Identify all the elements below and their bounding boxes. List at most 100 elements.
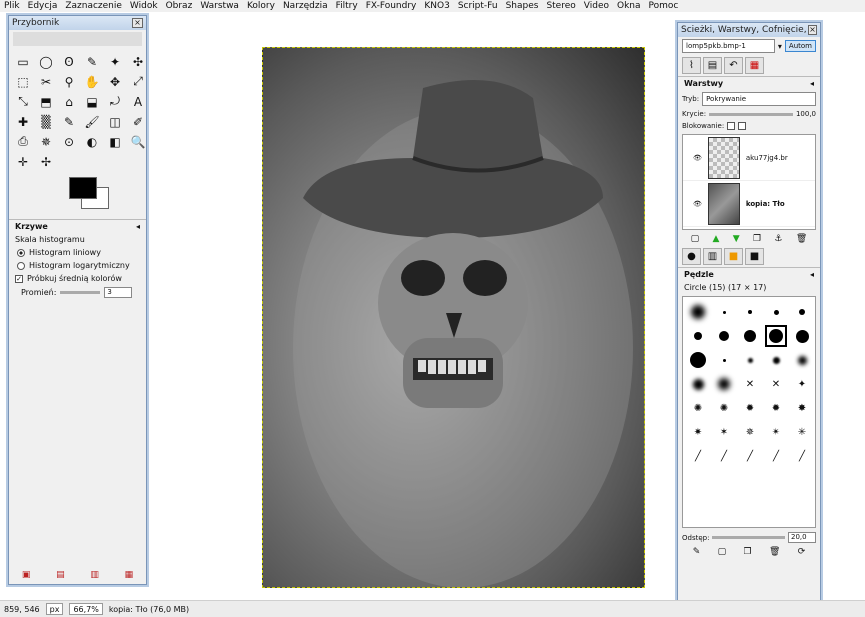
brush-item[interactable]	[739, 325, 761, 347]
brush-item[interactable]: ✺	[713, 397, 735, 419]
raise-layer-icon[interactable]: ▲	[713, 234, 720, 244]
paths-tool-icon[interactable]: ✂	[36, 72, 56, 91]
brush-item[interactable]: ✕	[739, 373, 761, 395]
delete-layer-icon[interactable]: 🗑	[796, 234, 807, 244]
brush-item[interactable]: ✹	[739, 397, 761, 419]
brush-item[interactable]: ✹	[765, 397, 787, 419]
menu-fx-foundry[interactable]: FX-Foundry	[362, 1, 421, 11]
free-select-tool-icon[interactable]: ʘ	[59, 52, 79, 71]
brush-item[interactable]	[765, 349, 787, 371]
brush-item[interactable]: ✴	[765, 421, 787, 443]
dodge-burn-tool-icon[interactable]: ◧	[105, 132, 125, 151]
brush-item[interactable]	[791, 349, 813, 371]
brush-item[interactable]	[791, 301, 813, 323]
spacing-input[interactable]: 20,0	[788, 532, 816, 543]
configure-icon[interactable]: ◂	[136, 222, 140, 231]
brush-item[interactable]: ✦	[791, 373, 813, 395]
image-canvas[interactable]	[262, 47, 645, 588]
cage-transform-tool-icon[interactable]: ✛	[13, 152, 33, 171]
zoom-tool-icon[interactable]: ✋	[82, 72, 102, 91]
lower-layer-icon[interactable]: ▼	[733, 234, 740, 244]
menu-stereo[interactable]: Stereo	[542, 1, 579, 11]
layer-name[interactable]: aku77jg4.br	[746, 154, 788, 162]
menu-plik[interactable]: Plik	[0, 1, 24, 11]
layer-row[interactable]: 👁 aku77jg4.br	[683, 135, 815, 181]
brush-item[interactable]: ✶	[713, 421, 735, 443]
image-select[interactable]: lomp5pkb.bmp-1	[682, 39, 775, 53]
delete-options-icon[interactable]: ▥	[90, 570, 99, 580]
ink-tool-icon[interactable]: ⎙	[13, 132, 33, 151]
brush-item[interactable]	[739, 301, 761, 323]
brush-item[interactable]	[687, 325, 709, 347]
configure-icon[interactable]: ◂	[810, 270, 814, 279]
brush-item[interactable]: ✸	[791, 397, 813, 419]
bucket-fill-tool-icon[interactable]: ✚	[13, 112, 33, 131]
close-icon[interactable]: ×	[132, 18, 143, 28]
opacity-slider[interactable]	[709, 112, 793, 116]
move-tool-icon[interactable]: ⤢	[128, 72, 148, 91]
lock-pixels-checkbox[interactable]	[727, 122, 736, 130]
eraser-tool-icon[interactable]: ◫	[105, 112, 125, 131]
colors-tab-icon[interactable]: ■	[745, 248, 764, 265]
foreground-select-tool-icon[interactable]: ⬚	[13, 72, 33, 91]
radius-input[interactable]: 3	[104, 287, 133, 298]
color-select-tool-icon[interactable]: ✦	[105, 52, 125, 71]
foreground-color-swatch[interactable]	[69, 177, 97, 199]
blend-tool-icon[interactable]: ▒	[36, 112, 56, 131]
brush-item[interactable]: ╱	[687, 445, 709, 467]
brush-item[interactable]	[765, 325, 787, 347]
channels-tab-icon[interactable]: ▦	[745, 57, 764, 74]
brush-item[interactable]	[765, 301, 787, 323]
lock-alpha-checkbox[interactable]	[738, 122, 747, 130]
edit-brush-icon[interactable]: ✎	[693, 547, 701, 557]
configure-icon[interactable]: ◂	[810, 79, 814, 88]
paths-tab-icon[interactable]: ⌇	[682, 57, 701, 74]
reset-options-icon[interactable]: ▦	[125, 570, 134, 580]
menu-kolory[interactable]: Kolory	[243, 1, 279, 11]
brush-item[interactable]	[791, 325, 813, 347]
menu-edycja[interactable]: Edycja	[24, 1, 62, 11]
zoom-select[interactable]: 66,7%	[69, 603, 103, 615]
airbrush-tool-icon[interactable]: ✐	[128, 112, 148, 131]
brush-item[interactable]	[739, 349, 761, 371]
menu-warstwa[interactable]: Warstwa	[196, 1, 243, 11]
brush-item[interactable]: ✳	[791, 421, 813, 443]
menu-pomoc[interactable]: Pomoc	[645, 1, 683, 11]
rotate-tool-icon[interactable]: ⌂	[59, 92, 79, 111]
scissors-tool-icon[interactable]: ✣	[128, 52, 148, 71]
text-tool-icon[interactable]: A	[128, 92, 148, 111]
dropdown-arrow-icon[interactable]: ▾	[778, 42, 782, 51]
brush-item[interactable]	[687, 301, 709, 323]
delete-brush-icon[interactable]: 🗑	[769, 547, 780, 557]
align-tool-icon[interactable]: ⤡	[13, 92, 33, 111]
sample-average-option[interactable]: ✓ Próbkuj średnią kolorów	[9, 272, 146, 285]
dock-titlebar[interactable]: Ścieżki, Warstwy, Cofnięcie, Kana... ×	[678, 23, 820, 37]
brush-item[interactable]	[687, 349, 709, 371]
layers-tab-icon[interactable]: ▤	[703, 57, 722, 74]
menu-filtry[interactable]: Filtry	[332, 1, 362, 11]
menu-kno3[interactable]: KNO3	[420, 1, 453, 11]
crop-tool-icon[interactable]: ⬒	[36, 92, 56, 111]
patterns-tab-icon[interactable]: ■	[724, 248, 743, 265]
opacity-value[interactable]: 100,0	[796, 110, 816, 118]
new-brush-icon[interactable]: ▢	[718, 547, 727, 557]
menu-okna[interactable]: Okna	[613, 1, 645, 11]
anchor-layer-icon[interactable]: ⚓	[774, 234, 782, 244]
menu-obraz[interactable]: Obraz	[162, 1, 197, 11]
gradients-tab-icon[interactable]: ▥	[703, 248, 722, 265]
rect-select-tool-icon[interactable]: ▭	[13, 52, 33, 71]
brush-item[interactable]: ✷	[687, 421, 709, 443]
close-icon[interactable]: ×	[807, 25, 817, 35]
auto-button[interactable]: Autom	[784, 40, 816, 52]
heal-tool-icon[interactable]: ⊙	[59, 132, 79, 151]
brush-item[interactable]	[713, 301, 735, 323]
duplicate-brush-icon[interactable]: ❐	[744, 547, 752, 557]
fuzzy-select-tool-icon[interactable]: ✎	[82, 52, 102, 71]
brush-item[interactable]: ╱	[739, 445, 761, 467]
layer-name[interactable]: kopia: Tło	[746, 200, 785, 208]
radio-icon[interactable]	[17, 248, 25, 257]
undo-tab-icon[interactable]: ↶	[724, 57, 743, 74]
radius-slider[interactable]	[60, 291, 101, 294]
brush-item[interactable]: ✕	[765, 373, 787, 395]
menu-shapes[interactable]: Shapes	[502, 1, 543, 11]
